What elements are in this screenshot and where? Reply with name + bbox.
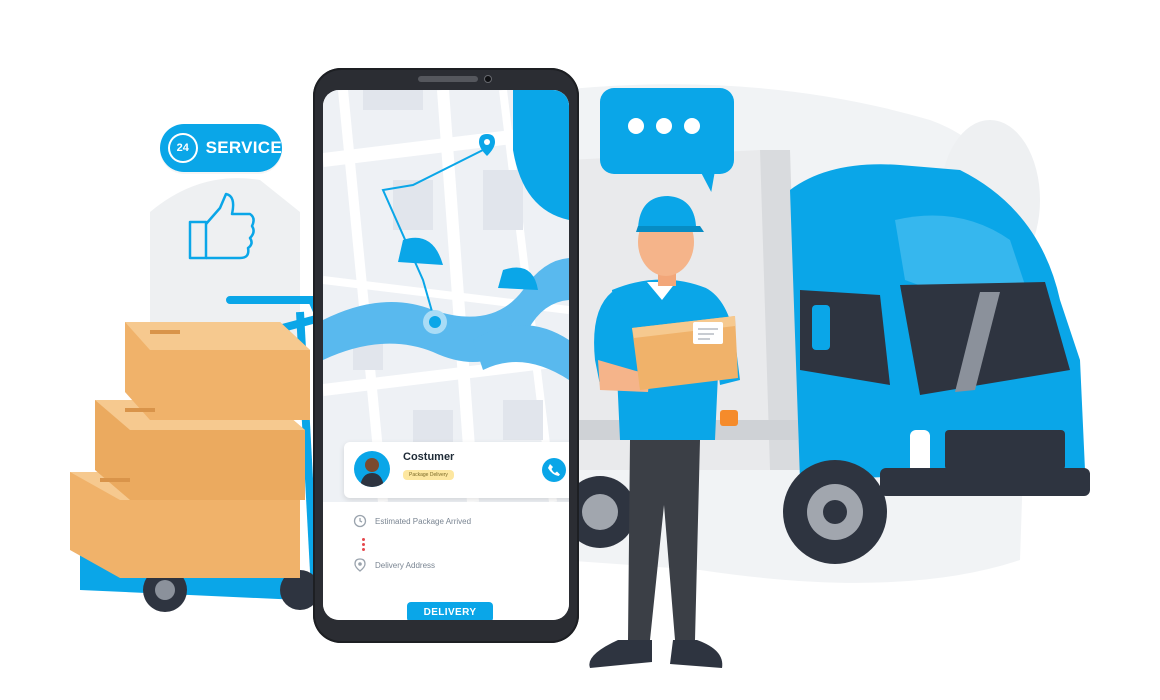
delivery-address-row: Delivery Address — [353, 558, 435, 572]
phone-speaker — [418, 76, 478, 82]
customer-name: Costumer — [403, 451, 455, 463]
avatar — [354, 451, 390, 487]
smartphone: Costumer Package Delivery Estimated Pack… — [313, 68, 579, 643]
service-badge: 24 SERVICE — [160, 124, 282, 172]
phone-icon[interactable] — [542, 458, 566, 482]
parcel-label — [693, 322, 723, 344]
estimated-arrival-label: Estimated Package Arrived — [375, 516, 472, 526]
phone-screen: Costumer Package Delivery Estimated Pack… — [323, 90, 569, 620]
delivery-illustration: 24 SERVICE Costumer Package Delivery Est… — [0, 0, 1160, 700]
typing-dots — [628, 118, 700, 134]
phone-camera — [484, 75, 492, 83]
route-dots — [361, 536, 365, 554]
location-pin-icon — [354, 558, 366, 572]
clock-icon — [353, 514, 367, 528]
delivery-button[interactable]: DELIVERY — [407, 602, 493, 620]
delivery-address-label: Delivery Address — [375, 560, 436, 570]
status-badge: Package Delivery — [403, 470, 454, 480]
delivery-map[interactable] — [323, 90, 569, 503]
estimated-arrival-row: Estimated Package Arrived — [353, 514, 471, 528]
service-label: SERVICE — [205, 138, 282, 157]
hand-truck-with-boxes — [70, 296, 326, 612]
chat-bubble-icon — [600, 88, 734, 174]
customer-card[interactable]: Costumer Package Delivery — [344, 442, 569, 498]
illustration-background — [70, 84, 1090, 668]
clock-24-icon: 24 — [168, 133, 198, 163]
